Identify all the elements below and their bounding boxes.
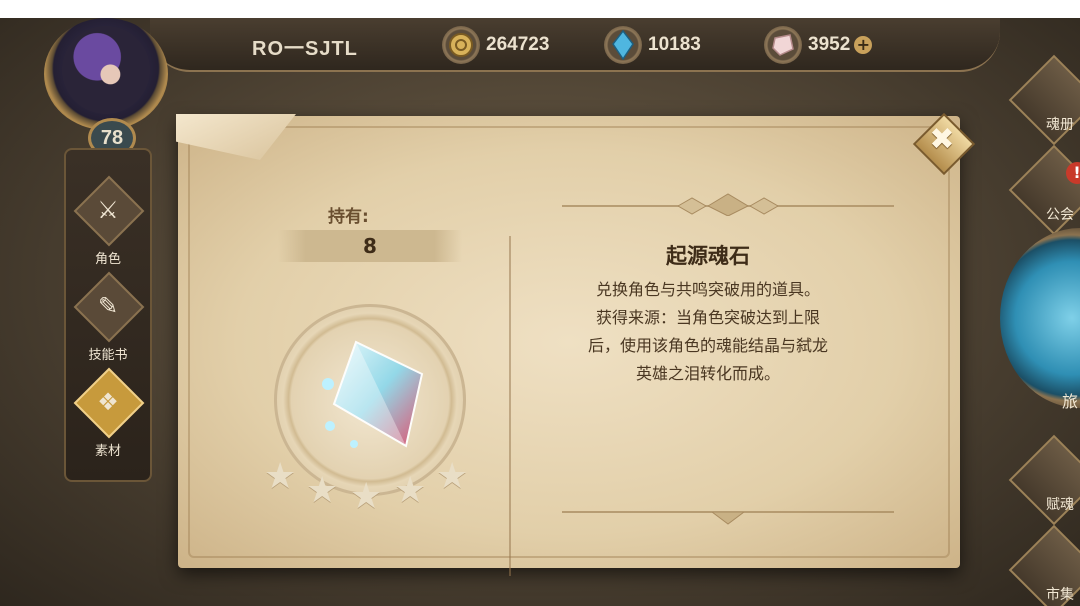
bottom-ornament [562,511,894,525]
nav-label: 市集 [1046,587,1074,603]
hold-label: 持有: [328,207,369,227]
nav-label: 技能书 [88,348,128,363]
rarity-stars: ★ ★ ★ ★ ★ [264,452,474,517]
item-description: 兑换角色与共鸣突破用的道具。 获得来源：当角色突破达到上限 后，使用该角色的魂能… [543,276,873,388]
item-name: 起源魂石 [666,244,750,268]
player-avatar[interactable]: 78 [30,18,180,158]
avatar-portrait [62,26,150,114]
material-icon: ❖ [97,388,119,416]
close-icon: ✖ [929,122,955,157]
star-icon: ★ [394,470,427,511]
nav-label: 旅 [1062,392,1079,411]
paper-curl [176,114,296,160]
nav-label: 赋魂 [1046,497,1074,513]
nav-label: 角色 [94,252,121,267]
gold-amount: 264723 [486,34,550,55]
star-icon: ★ [306,470,339,511]
pink-gem-icon [764,26,802,64]
character-icon: ⚔ [97,196,119,224]
nav-label: 素材 [94,444,121,459]
nav-label: 公会 [1046,207,1074,223]
skill-book-icon: ✎ [97,292,119,320]
description-line: 英雄之泪转化而成。 [635,364,780,383]
star-icon: ★ [436,456,469,497]
nav-label: 魂册 [1046,117,1074,133]
soul-stone-icon [322,340,424,448]
nav-item-guild[interactable]: ! 公会 [1008,144,1080,236]
crystal-currency: 10183 [604,26,701,64]
description-line: 获得来源：当角色突破达到上限 [595,308,820,327]
hold-count-bar: 8 [278,230,462,262]
description-line: 后，使用该角色的魂能结晶与弑龙 [587,336,828,355]
add-gem-button[interactable]: + [854,36,873,54]
crystal-amount: 10183 [648,34,701,55]
hold-count: 8 [363,234,377,258]
player-name: RO一SJTL [252,38,358,60]
title-ornament [562,193,894,216]
column-divider [509,236,511,576]
star-icon: ★ [350,476,383,517]
nav-item-travel[interactable]: 旅 [1000,228,1080,411]
star-icon: ★ [264,456,297,497]
blue-crystal-icon [604,26,642,64]
game-screen: RO一SJTL 264723 10183 3952 + 78 ⚔ 角色 ✎ 技能… [0,18,1080,606]
nav-item-talent[interactable]: 赋魂 [1008,434,1080,526]
gem-amount: 3952 [808,34,851,55]
gold-currency: 264723 [442,26,549,64]
close-button[interactable]: ✖ [912,112,976,176]
item-detail-dialog: 持有: 8 ★ ★ ★ ★ ★ 起源魂石 兑换角色与共鸣突破用的道具。 获得来源… [176,114,960,576]
description-line: 兑换角色与共鸣突破用的道具。 [595,280,820,299]
left-nav: ⚔ 角色 ✎ 技能书 ❖ 素材 [64,148,152,482]
nav-item-material[interactable]: ❖ 素材 [66,367,150,460]
nav-item-character[interactable]: ⚔ 角色 [66,175,150,268]
nav-item-skill-book[interactable]: ✎ 技能书 [66,271,150,364]
nav-item-soul-book[interactable]: 魂册 [1008,54,1080,146]
gem-currency[interactable]: 3952 + [764,26,873,64]
nav-item-market[interactable]: 市集 [1008,524,1080,606]
gold-coin-icon [442,26,480,64]
